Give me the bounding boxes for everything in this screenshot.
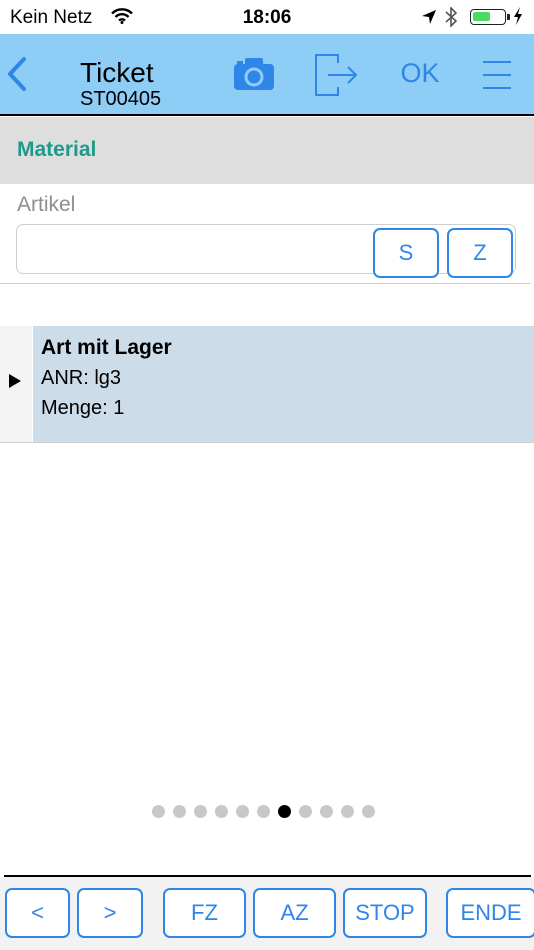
exit-icon [315,54,358,96]
row-pointer-icon [8,373,22,394]
divider [0,283,531,284]
battery-cap [507,14,510,20]
charging-icon [513,7,523,30]
section-title: Material [17,138,97,161]
page-title: Ticket [80,57,154,88]
battery-icon [470,9,506,25]
exit-button[interactable] [314,53,360,102]
menu-button[interactable] [481,60,513,95]
artikel-label: Artikel [17,193,76,216]
page-dot[interactable] [152,804,165,818]
location-arrow-icon [421,9,437,30]
bluetooth-icon [445,6,458,32]
z-button[interactable]: Z [447,228,513,278]
page-dot[interactable] [173,804,186,818]
page-dot[interactable] [194,804,207,818]
ende-button[interactable]: ENDE [446,888,534,938]
item-menge: Menge: 1 [41,397,125,419]
az-button[interactable]: AZ [253,888,336,938]
hamburger-menu-icon [483,61,511,89]
back-button[interactable] [4,56,30,97]
page-dot[interactable] [320,804,333,818]
page-dot-active[interactable] [278,804,291,818]
page-dot[interactable] [236,804,249,818]
ok-button[interactable]: OK [390,58,450,89]
fz-button[interactable]: FZ [163,888,246,938]
ticket-number: ST00405 [80,88,162,110]
page-dot[interactable] [362,804,375,818]
page-indicator[interactable] [152,803,375,819]
page-dot[interactable] [257,804,270,818]
page-dot[interactable] [215,804,228,818]
page-dot[interactable] [341,804,354,818]
page-dot[interactable] [299,804,312,818]
stop-button[interactable]: STOP [343,888,427,938]
camera-icon [234,58,274,90]
artikel-input[interactable] [16,224,516,274]
battery-level [473,12,490,21]
s-button[interactable]: S [373,228,439,278]
item-title: Art mit Lager [41,336,172,359]
item-anr: ANR: lg3 [41,367,122,389]
previous-button[interactable]: < [5,888,70,938]
next-button[interactable]: > [77,888,143,938]
camera-button[interactable] [232,56,276,97]
